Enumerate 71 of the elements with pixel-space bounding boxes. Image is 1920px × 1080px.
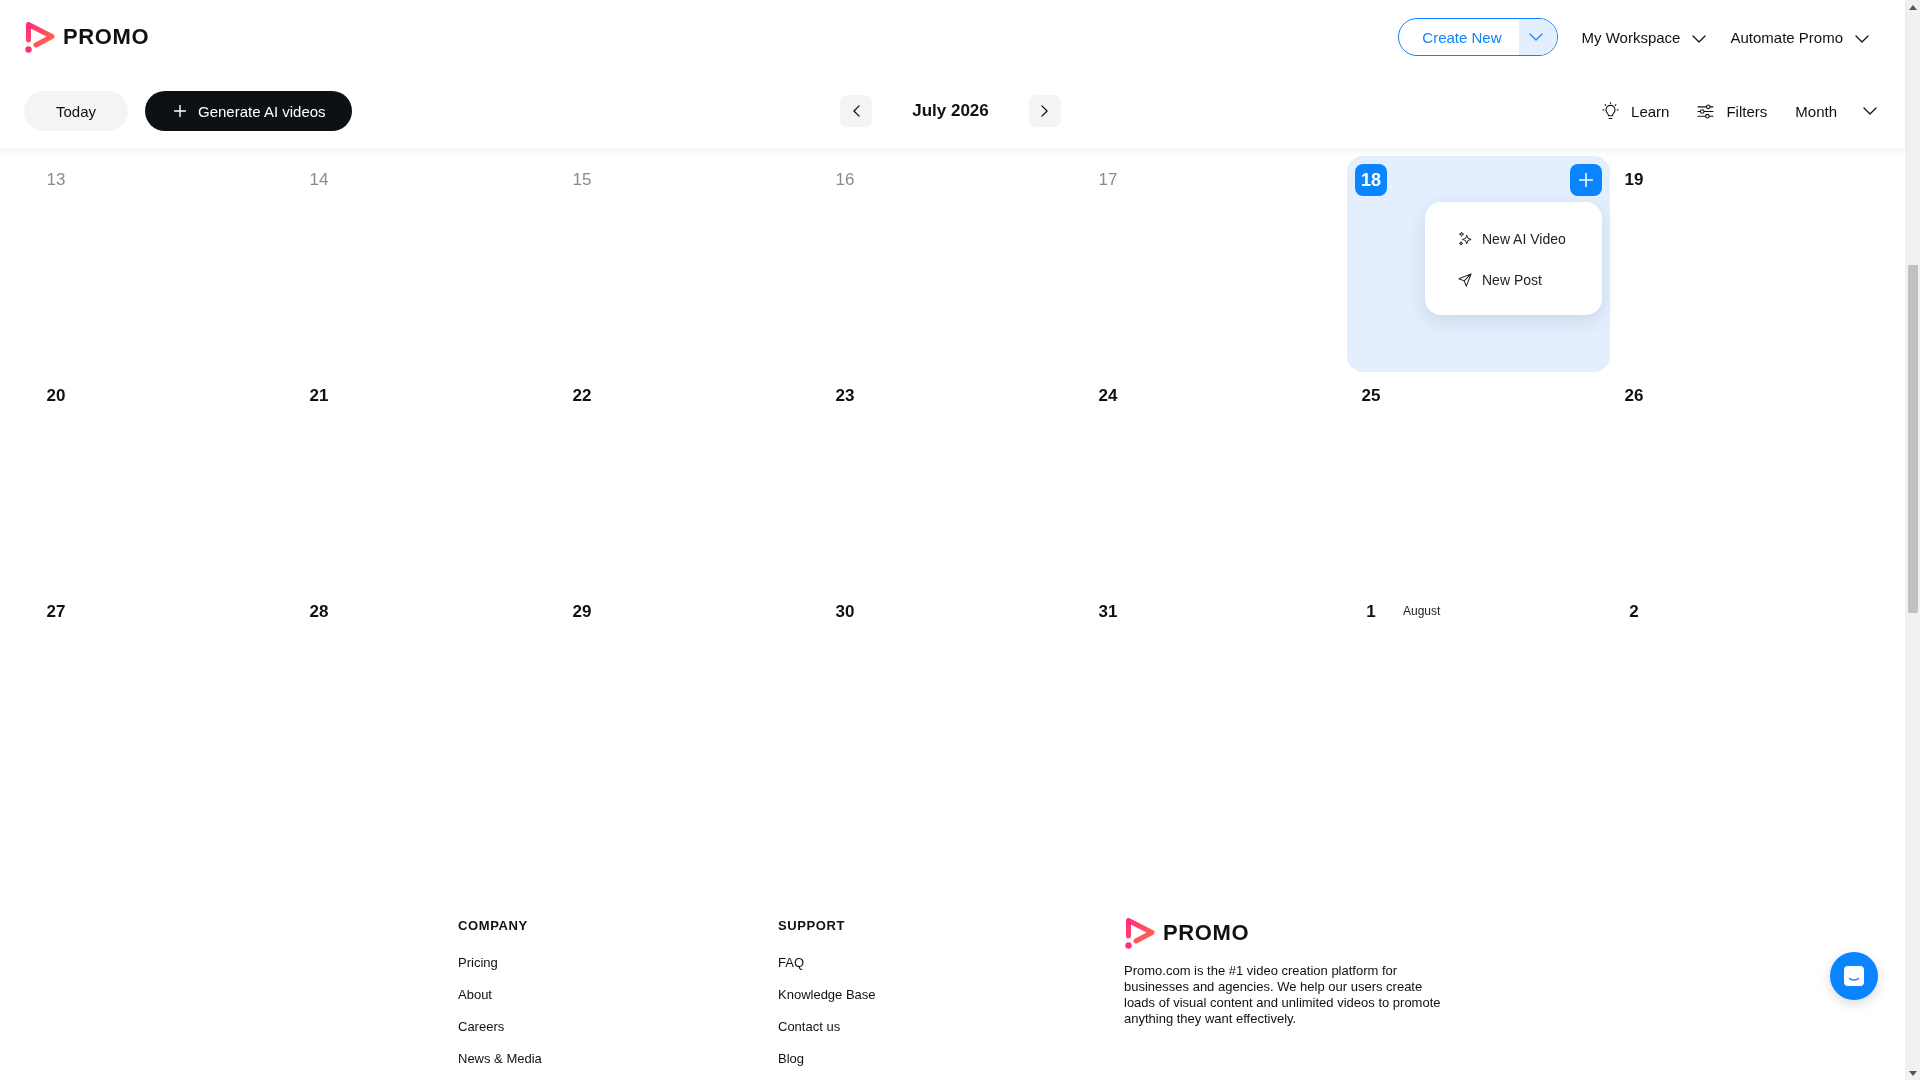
- day-number: 19: [1623, 169, 1645, 191]
- day-number: 30: [834, 601, 856, 623]
- day-number: 13: [45, 169, 67, 191]
- chat-button[interactable]: [1830, 952, 1878, 1000]
- chevron-down-icon: [1863, 107, 1877, 115]
- month-label: August: [1403, 603, 1441, 619]
- day-cell[interactable]: 18 New AI Video New Post: [1347, 156, 1610, 372]
- chevron-down-icon: [1855, 34, 1869, 43]
- day-number: 26: [1623, 385, 1645, 407]
- menu-item[interactable]: New Post: [1425, 259, 1542, 300]
- logo-text: PROMO: [1163, 921, 1250, 945]
- day-number: 23: [834, 385, 856, 407]
- footer-heading: COMPANY: [458, 917, 528, 935]
- day-number: 16: [834, 169, 856, 191]
- day-number: 21: [308, 385, 330, 407]
- day-number: 28: [308, 601, 330, 623]
- scrollbar-thumb[interactable]: [1907, 265, 1918, 613]
- chevron-down-icon: [1692, 34, 1707, 43]
- footer-link[interactable]: News & Media: [458, 1049, 542, 1069]
- footer-link[interactable]: Careers: [458, 1017, 505, 1037]
- chevron-down-icon: [1529, 33, 1543, 41]
- header-menu-button[interactable]: Automate Promo: [1730, 19, 1869, 55]
- add-button[interactable]: [1570, 164, 1602, 196]
- month-title: July 2026: [912, 100, 989, 122]
- day-number: 20: [45, 385, 67, 407]
- day-number: 29: [571, 601, 593, 623]
- footer-link[interactable]: About: [458, 985, 492, 1005]
- menu-item[interactable]: New AI Video: [1425, 218, 1566, 259]
- footer-link[interactable]: Blog: [778, 1049, 805, 1069]
- lightbulb-icon: [1602, 102, 1620, 120]
- today-button[interactable]: Today: [24, 91, 128, 131]
- day-number: 24: [1097, 385, 1119, 407]
- footer-link[interactable]: Contact us: [778, 1017, 841, 1037]
- plus-icon: [1579, 173, 1593, 187]
- footer-description: Promo.com is the #1 video creation platform for businesses and agencies. We help our users create loads of visual content and unlimited videos to promote anything they want effectively.: [1124, 963, 1442, 1027]
- scrollbar[interactable]: [1905, 0, 1920, 1080]
- logo-text: PROMO: [63, 25, 150, 49]
- paper-plane-icon: [1458, 272, 1472, 287]
- next-month-button[interactable]: [1028, 95, 1061, 127]
- sparkle-icon: [1458, 230, 1472, 247]
- filters-button[interactable]: Filters: [1697, 95, 1768, 127]
- chevron-right-icon: [1041, 105, 1049, 117]
- learn-button[interactable]: Learn: [1602, 95, 1670, 127]
- day-number: 15: [571, 169, 593, 191]
- chat-icon: [1843, 965, 1865, 987]
- create-dropdown-button[interactable]: [1518, 19, 1557, 55]
- day-number: 2: [1628, 601, 1640, 623]
- day-number: 25: [1360, 385, 1382, 407]
- generate-videos-button[interactable]: Generate AI videos: [145, 91, 352, 131]
- day-number: 22: [571, 385, 593, 407]
- arrow-down-icon[interactable]: [1908, 1071, 1917, 1076]
- logo-icon: [24, 20, 56, 54]
- header-menu-button[interactable]: My Workspace: [1581, 19, 1707, 55]
- day-number: 31: [1097, 601, 1119, 623]
- day-number: 1: [1365, 601, 1377, 623]
- view-select[interactable]: Month: [1795, 95, 1877, 127]
- footer-heading: SUPPORT: [778, 917, 846, 935]
- day-number: 17: [1097, 169, 1119, 191]
- chevron-left-icon: [852, 105, 860, 117]
- footer-link[interactable]: Pricing: [458, 953, 498, 973]
- footer-link[interactable]: FAQ: [778, 953, 804, 973]
- logo-icon: [1124, 916, 1156, 950]
- plus-icon: [174, 105, 186, 117]
- day-number: 14: [308, 169, 330, 191]
- create-new-button[interactable]: Create New: [1399, 19, 1519, 55]
- previous-month-button[interactable]: [840, 95, 873, 127]
- arrow-up-icon[interactable]: [1908, 5, 1917, 10]
- today-date-badge: 18: [1355, 164, 1387, 196]
- sliders-icon: [1697, 103, 1715, 119]
- footer-link[interactable]: Knowledge Base: [778, 985, 876, 1005]
- day-number: 27: [45, 601, 67, 623]
